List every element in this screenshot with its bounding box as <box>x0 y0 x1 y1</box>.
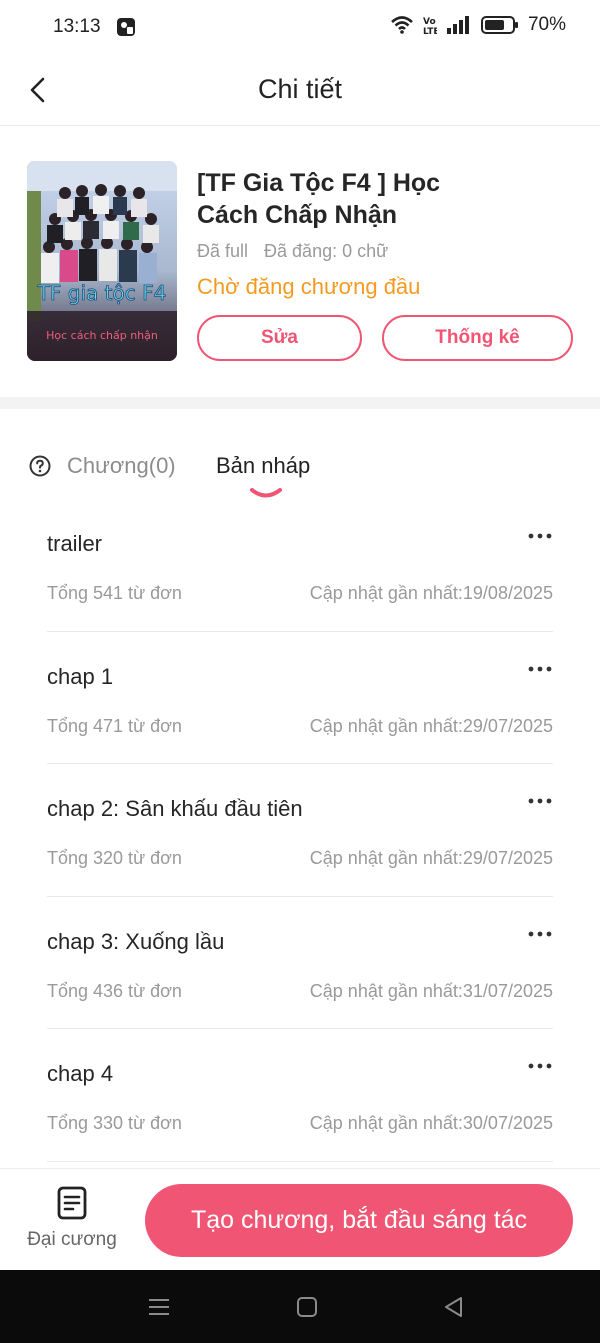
draft-title: trailer <box>47 531 103 556</box>
volte-icon: Vo LTE <box>423 17 437 35</box>
posted-count: Đã đăng: 0 chữ <box>264 241 389 261</box>
section-divider <box>0 397 600 409</box>
full-status: Đã full <box>197 241 249 261</box>
draft-item[interactable]: trailer Tổng 541 từ đơn Cập nhật gần nhấ… <box>47 499 553 632</box>
more-options-icon[interactable] <box>527 794 553 808</box>
svg-text:LTE: LTE <box>423 27 437 35</box>
draft-title: chap 3: Xuống lầu <box>47 928 225 954</box>
book-cover[interactable]: TF gia tộc F4 Học cách chấp nhận <box>27 161 177 361</box>
battery-icon <box>480 16 518 34</box>
more-options-icon[interactable] <box>527 662 553 676</box>
menu-icon[interactable] <box>146 1294 172 1320</box>
back-triangle-icon[interactable] <box>441 1294 467 1320</box>
cover-subtitle-text: Học cách chấp nhận <box>46 329 158 342</box>
app-notification-icon <box>117 18 135 36</box>
draft-title: chap 2: Sân khấu đầu tiên <box>47 796 303 821</box>
more-options-icon[interactable] <box>527 927 553 941</box>
header: Chi tiết <box>0 56 600 126</box>
publish-status: Chờ đăng chương đầu <box>197 274 421 299</box>
draft-word-count: Tổng 330 từ đơn <box>47 1113 182 1133</box>
signal-icon <box>446 16 469 34</box>
book-title: [TF Gia Tộc F4 ] Học Cách Chấp Nhận <box>197 167 497 231</box>
draft-item[interactable]: chap 4 Tổng 330 từ đơn Cập nhật gần nhất… <box>47 1029 553 1162</box>
draft-item[interactable]: chap 2: Sân khấu đầu tiên Tổng 320 từ đơ… <box>47 764 553 897</box>
draft-updated: Cập nhật gần nhất:30/07/2025 <box>309 1113 553 1133</box>
cover-title-text: TF gia tộc F4 <box>37 281 167 305</box>
book-title-line-2: Cách Chấp Nhận <box>197 201 398 229</box>
battery-percent: 70% <box>527 14 566 35</box>
book-card: TF gia tộc F4 Học cách chấp nhận [TF Gia… <box>0 127 600 397</box>
home-icon[interactable] <box>294 1294 320 1320</box>
draft-word-count: Tổng 541 từ đơn <box>47 583 182 603</box>
draft-word-count: Tổng 436 từ đơn <box>47 980 182 1001</box>
draft-item[interactable]: chap 1 Tổng 471 từ đơn Cập nhật gần nhất… <box>47 632 553 764</box>
active-tab-indicator <box>250 488 282 498</box>
draft-updated: Cập nhật gần nhất:31/07/2025 <box>309 980 553 1001</box>
status-icons: Vo LTE 70% <box>390 14 566 36</box>
stats-button[interactable]: Thống kê <box>382 315 573 361</box>
svg-text:Vo: Vo <box>423 17 436 27</box>
help-icon[interactable] <box>29 455 51 477</box>
draft-word-count: Tổng 471 từ đơn <box>47 715 182 736</box>
draft-updated: Cập nhật gần nhất:29/07/2025 <box>309 715 553 736</box>
draft-updated: Cập nhật gần nhất:29/07/2025 <box>309 848 553 868</box>
outline-button[interactable]: Đại cương <box>18 1185 126 1257</box>
draft-title: chap 1 <box>47 663 114 689</box>
outline-document-icon <box>57 1186 87 1220</box>
system-nav-bar <box>0 1270 600 1343</box>
tab-chapters[interactable]: Chương(0) <box>67 453 176 479</box>
status-time: 13:13 <box>53 16 101 37</box>
wifi-icon <box>391 16 413 34</box>
create-chapter-button[interactable]: Tạo chương, bắt đầu sáng tác <box>145 1184 573 1257</box>
draft-word-count: Tổng 320 từ đơn <box>47 848 182 868</box>
more-options-icon[interactable] <box>527 1059 553 1073</box>
book-meta: Đã full Đã đăng: 0 chữ <box>197 241 388 262</box>
page-title: Chi tiết <box>257 74 343 104</box>
draft-updated: Cập nhật gần nhất:19/08/2025 <box>309 583 553 603</box>
edit-button[interactable]: Sửa <box>197 315 362 361</box>
more-options-icon[interactable] <box>527 529 553 543</box>
tab-drafts[interactable]: Bản nháp <box>216 453 310 479</box>
book-title-line-1: [TF Gia Tộc F4 ] Học <box>197 169 441 197</box>
book-cover-image: TF gia tộc F4 Học cách chấp nhận <box>27 161 177 361</box>
draft-item[interactable]: chap 3: Xuống lầu Tổng 436 từ đơn Cập nh… <box>47 897 553 1029</box>
draft-title: chap 4 <box>47 1061 114 1086</box>
chapter-tabs: Chương(0) Bản nháp <box>0 409 600 499</box>
status-bar: 13:13 Vo LTE 70% <box>0 0 600 56</box>
draft-list: trailer Tổng 541 từ đơn Cập nhật gần nhấ… <box>0 499 600 1162</box>
outline-label: Đại cương <box>27 1229 117 1250</box>
bottom-action-bar: Đại cương Tạo chương, bắt đầu sáng tác <box>0 1168 600 1270</box>
